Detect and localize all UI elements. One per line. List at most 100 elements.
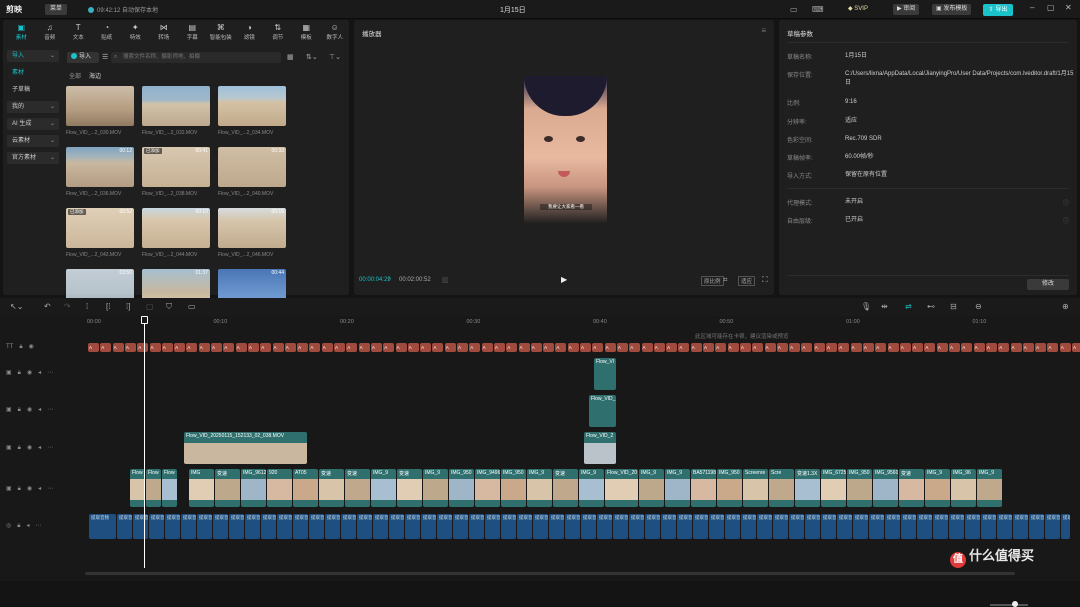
tab-8[interactable]: ◑ 滤镜 (235, 20, 264, 44)
modify-button[interactable]: 修改 (1027, 279, 1069, 290)
audio-clip[interactable]: 提取音频 (421, 514, 436, 539)
video-clip[interactable]: IMG_9560 (873, 469, 898, 507)
media-thumbnail[interactable] (142, 86, 210, 126)
text-clip[interactable]: A (985, 343, 997, 352)
text-clip[interactable]: A (124, 343, 136, 352)
text-clip[interactable]: A (235, 343, 247, 352)
text-clip[interactable]: A (481, 343, 493, 352)
undo-icon[interactable]: ↶ (44, 302, 51, 312)
text-clip[interactable]: A (666, 343, 678, 352)
audio-clip[interactable]: 提取音频 (805, 514, 820, 539)
side-item-subdraft[interactable]: 子草稿 (7, 84, 59, 96)
audio-clip[interactable]: 提取音频 (181, 514, 196, 539)
text-clip[interactable]: A (260, 343, 272, 352)
eye-icon[interactable]: ◉ (27, 486, 32, 492)
zoom-slider-knob[interactable] (1012, 601, 1018, 607)
text-clip[interactable]: A (690, 343, 702, 352)
menu-button[interactable]: 菜单 (45, 4, 67, 15)
text-clip[interactable]: A (912, 343, 924, 352)
video-clip[interactable]: IMG_9 (579, 469, 604, 507)
audio-clip[interactable]: 提取音频 (1029, 514, 1044, 539)
audio-clip[interactable]: 提取音频 (469, 514, 484, 539)
text-clip[interactable]: A (653, 343, 665, 352)
info-icon[interactable]: ⓘ (1063, 216, 1069, 225)
text-clip[interactable]: A (100, 343, 112, 352)
text-clip[interactable]: A (592, 343, 604, 352)
video-clip[interactable]: IMG_96 (951, 469, 976, 507)
video-clip[interactable]: IMG_9496 (475, 469, 500, 507)
mute-icon[interactable]: ◂ (38, 445, 41, 451)
audio-clip[interactable]: 提取音频 (709, 514, 724, 539)
text-clip[interactable]: A (1010, 343, 1022, 352)
video-clip[interactable]: BA571198 (691, 469, 716, 507)
tab-2[interactable]: T 文本 (64, 20, 93, 44)
video-clip[interactable]: Flow_VID_20 (605, 469, 638, 507)
subtitle-icon[interactable]: ▭ (188, 302, 196, 312)
tab-10[interactable]: ▦ 模板 (292, 20, 321, 44)
split-left-icon[interactable]: [⁞ (106, 302, 110, 312)
tab-3[interactable]: ◔ 贴纸 (93, 20, 122, 44)
import-button[interactable]: 导入 (67, 52, 99, 63)
text-clip[interactable]: A (297, 343, 309, 352)
video-clip[interactable]: IMG_9 (371, 469, 396, 507)
fullscreen-icon[interactable]: ⛶ (762, 275, 768, 285)
text-clip[interactable]: A (223, 343, 235, 352)
media-thumbnail[interactable]: 00:33 (218, 147, 286, 187)
audio-clip[interactable]: 提取音频 (389, 514, 404, 539)
review-button[interactable]: ▶ 审阅 (893, 4, 920, 15)
audio-clip[interactable]: 提取音频 (917, 514, 932, 539)
text-clip[interactable]: A (936, 343, 948, 352)
audio-clip[interactable]: 提取音频 (533, 514, 548, 539)
text-clip[interactable]: A (543, 343, 555, 352)
maximize-icon[interactable]: ▢ (1047, 3, 1055, 12)
audio-clip[interactable]: 提取音频 (229, 514, 244, 539)
sort-icon[interactable]: ⇅⌄ (306, 53, 318, 61)
text-clip[interactable]: A (727, 343, 739, 352)
audio-clip[interactable]: 提取音频 (773, 514, 788, 539)
quality-selector[interactable]: 原比例 (701, 276, 724, 286)
text-clip[interactable]: A (776, 343, 788, 352)
shield-icon[interactable]: ⛉ (166, 302, 172, 312)
side-item-ai[interactable]: AI 生成 ⌄ (7, 118, 59, 130)
grid-overlay-icon[interactable]: ▥ (442, 276, 449, 284)
audio-clip[interactable]: 提取音频 (741, 514, 756, 539)
media-thumbnail[interactable]: 00:52 已添加 (66, 208, 134, 248)
video-clip[interactable]: Flow (146, 469, 161, 507)
timeline-scrollbar[interactable] (85, 572, 1015, 575)
audio-clip[interactable]: 提取音频 (437, 514, 452, 539)
text-clip[interactable]: A (186, 343, 198, 352)
audio-clip[interactable]: 提取音频 (197, 514, 212, 539)
lock-icon[interactable]: 🔒︎ (18, 486, 21, 492)
audio-clip[interactable]: 提取音频 (149, 514, 164, 539)
text-clip[interactable]: A (383, 343, 395, 352)
text-clip[interactable]: A (1072, 343, 1080, 352)
audio-clip[interactable]: 提取音频 (1061, 514, 1070, 539)
text-clip[interactable]: A (358, 343, 370, 352)
text-clip[interactable]: A (247, 343, 259, 352)
text-clip[interactable]: A (764, 343, 776, 352)
text-clip[interactable]: A (862, 343, 874, 352)
zoom-out-icon[interactable]: ⊖ (975, 302, 982, 312)
tab-0[interactable]: ▣ 素材 (7, 20, 36, 44)
media-thumbnail[interactable]: 00:10 (142, 208, 210, 248)
audio-clip[interactable]: 提取音频 (789, 514, 804, 539)
video-clip[interactable]: 变速 (397, 469, 422, 507)
text-clip[interactable]: A (493, 343, 505, 352)
minimize-icon[interactable]: – (1030, 3, 1034, 12)
text-clip[interactable]: A (174, 343, 186, 352)
video-clip[interactable]: IMG_950 (717, 469, 742, 507)
media-thumbnail[interactable]: 00:16 (218, 208, 286, 248)
text-clip[interactable]: A (1022, 343, 1034, 352)
text-clip[interactable]: A (703, 343, 714, 352)
video-clip[interactable]: AT05 (293, 469, 318, 507)
text-clip[interactable]: A (949, 343, 960, 352)
text-clip[interactable]: A (924, 343, 936, 352)
media-thumbnail[interactable] (66, 86, 134, 126)
side-item-material[interactable]: 素材 (7, 67, 59, 79)
audio-clip[interactable]: 提取音频 (821, 514, 836, 539)
text-clip[interactable]: A (309, 343, 321, 352)
audio-clip[interactable]: 提取音频 (1013, 514, 1028, 539)
text-clip[interactable]: A (616, 343, 628, 352)
audio-clip[interactable]: 提取音频 (89, 514, 116, 539)
publish-template-button[interactable]: ▣ 发布模板 (932, 4, 972, 15)
